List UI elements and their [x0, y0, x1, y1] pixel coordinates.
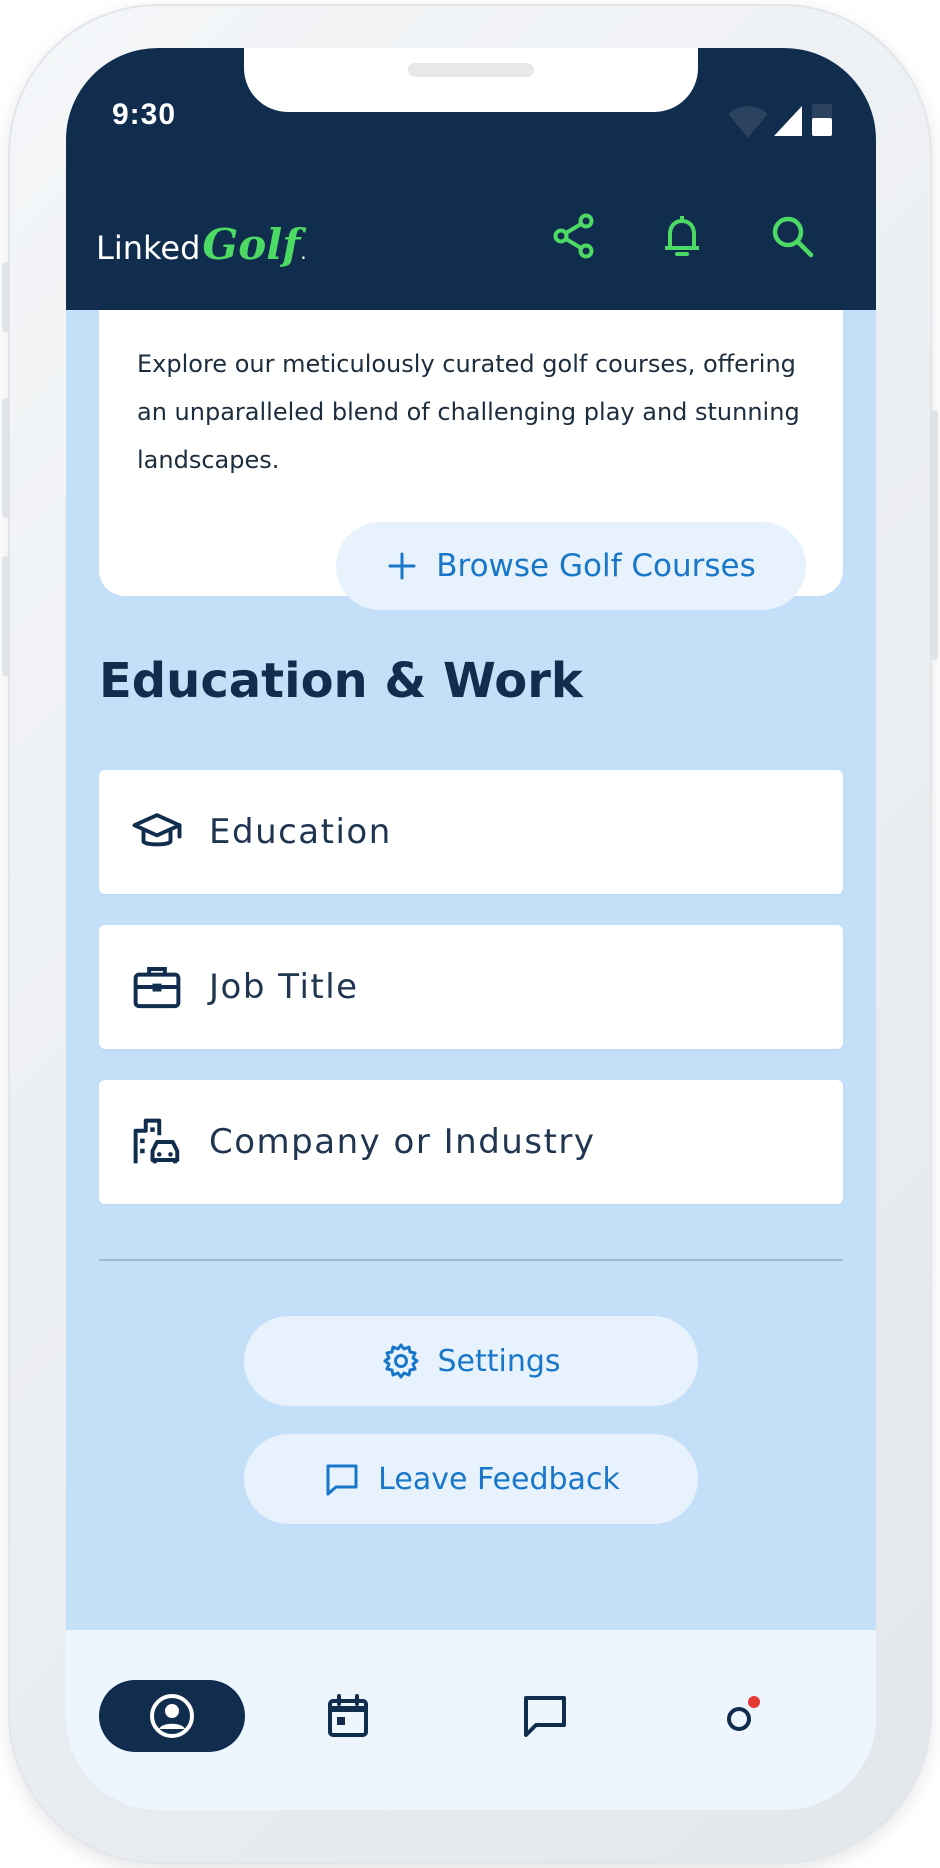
phone-side-button: [2, 556, 10, 676]
browse-golf-courses-button[interactable]: Browse Golf Courses: [336, 522, 806, 610]
field-job-title-label: Job Title: [209, 967, 359, 1007]
settings-button[interactable]: Settings: [244, 1316, 698, 1406]
wifi-icon: [728, 106, 768, 138]
nav-messages[interactable]: [509, 1680, 581, 1752]
calendar-icon: [328, 1694, 368, 1737]
phone-side-button: [2, 262, 10, 332]
golf-courses-card: Explore our meticulously curated golf co…: [99, 278, 843, 610]
phone-side-button: [930, 410, 938, 660]
field-education[interactable]: Education: [99, 770, 843, 894]
speaker-grille: [408, 63, 534, 77]
message-square-icon: [326, 1464, 358, 1496]
signal-icon: [774, 106, 802, 136]
field-education-label: Education: [209, 812, 392, 852]
golf-courses-description: Explore our meticulously curated golf co…: [137, 350, 800, 474]
nav-calendar[interactable]: [312, 1680, 384, 1752]
divider: [99, 1259, 843, 1261]
profile-icon: [150, 1694, 194, 1738]
gear-icon: [383, 1343, 419, 1379]
leave-feedback-label: Leave Feedback: [378, 1461, 620, 1497]
bell-icon[interactable]: [656, 210, 708, 262]
chat-icon: [524, 1696, 566, 1737]
buildings-icon: [127, 1112, 187, 1172]
search-icon[interactable]: [766, 210, 818, 262]
plus-icon: [388, 552, 416, 580]
phone-side-button: [2, 398, 10, 518]
logo-golf: Golf: [202, 220, 301, 269]
field-company-industry-label: Company or Industry: [209, 1122, 596, 1162]
field-job-title[interactable]: Job Title: [99, 925, 843, 1049]
phone-notch: [244, 48, 698, 112]
graduation-cap-icon: [127, 802, 187, 862]
notifications-icon: [727, 1696, 760, 1731]
nav-profile[interactable]: [99, 1680, 245, 1752]
section-title-education-work: Education & Work: [99, 653, 583, 709]
app-screen: Explore our meticulously curated golf co…: [66, 48, 876, 1810]
share-icon[interactable]: [548, 210, 600, 262]
nav-notifications[interactable]: [706, 1680, 778, 1752]
status-icons: [728, 104, 832, 138]
linkedgolf-logo: LinkedGolf.: [96, 220, 307, 269]
leave-feedback-button[interactable]: Leave Feedback: [244, 1434, 698, 1524]
logo-linked: Linked: [96, 229, 201, 267]
app-header: 9:30 LinkedGolf.: [66, 48, 876, 310]
browse-golf-courses-label: Browse Golf Courses: [436, 548, 756, 584]
field-company-industry[interactable]: Company or Industry: [99, 1080, 843, 1204]
briefcase-icon: [127, 957, 187, 1017]
bottom-navigation: [66, 1630, 876, 1810]
settings-label: Settings: [437, 1343, 561, 1379]
status-time: 9:30: [112, 98, 177, 131]
